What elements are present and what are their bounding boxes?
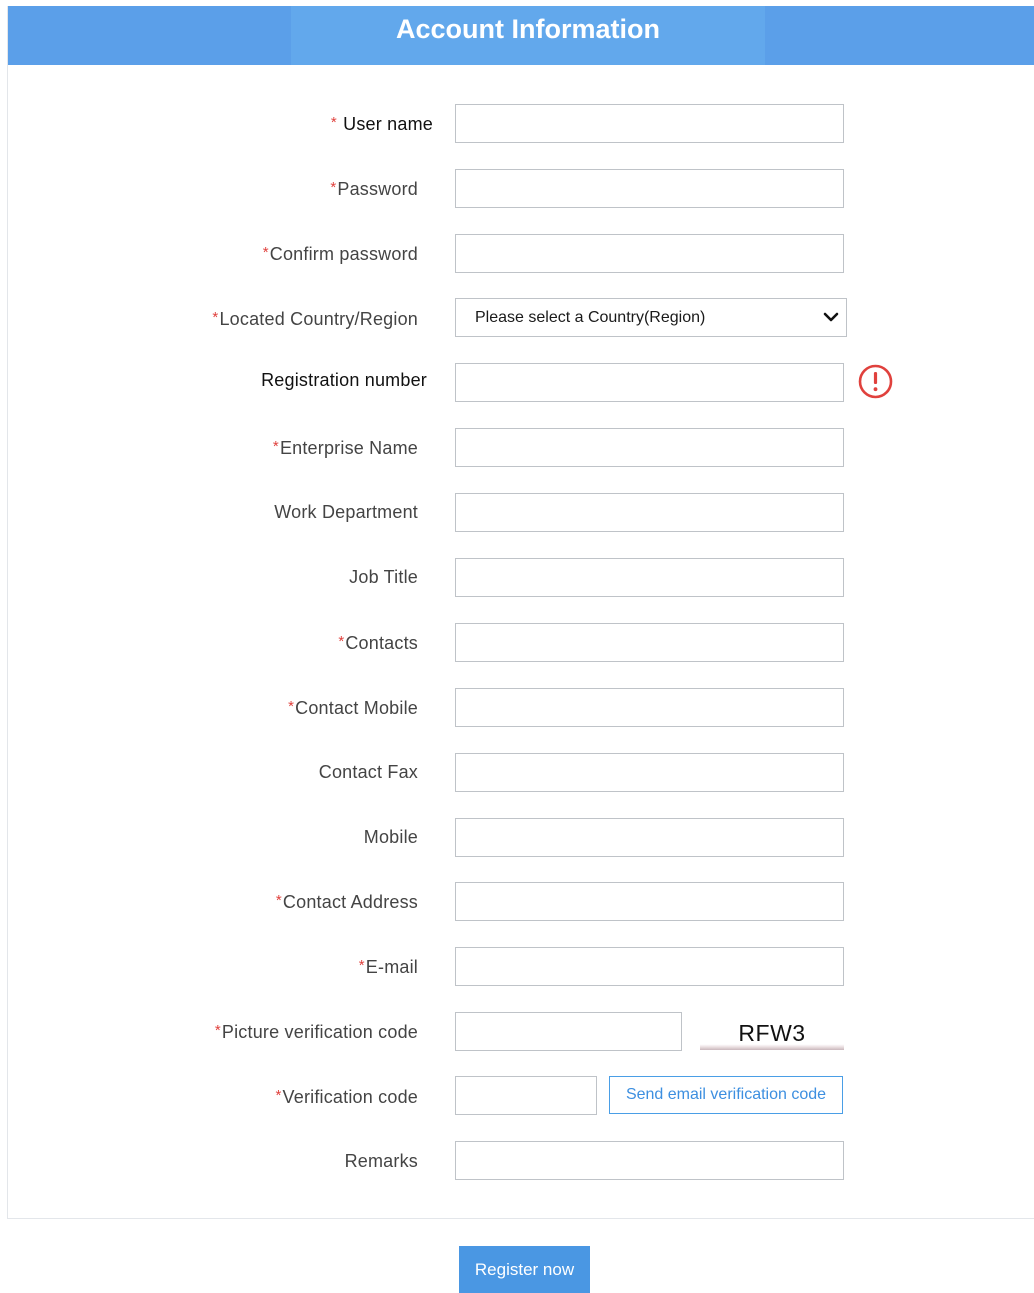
country-region-label: *Located Country/Region <box>212 307 418 330</box>
country-region-select[interactable]: Please select a Country(Region) <box>455 298 847 337</box>
registration-number-label: Registration number <box>261 369 427 391</box>
job-title-label: Job Title <box>349 566 418 588</box>
registration-number-input[interactable] <box>455 363 844 402</box>
contact-mobile-label: *Contact Mobile <box>288 696 418 719</box>
panel-header: Account Information <box>8 6 1034 65</box>
remarks-input[interactable] <box>455 1141 844 1180</box>
verification-code-label: *Verification code <box>275 1085 418 1108</box>
picture-code-label: *Picture verification code <box>215 1020 418 1043</box>
registration-page: Account Information * User name *Passwor… <box>0 0 1034 1293</box>
mobile-label: Mobile <box>364 826 418 848</box>
work-department-label: Work Department <box>274 501 418 523</box>
required-marker: * <box>263 244 269 261</box>
contact-mobile-input[interactable] <box>455 688 844 727</box>
chevron-down-icon <box>823 310 839 324</box>
contact-fax-label: Contact Fax <box>319 761 418 783</box>
contacts-label: *Contacts <box>338 631 418 654</box>
required-marker: * <box>276 892 282 909</box>
required-marker: * <box>330 179 336 196</box>
required-marker: * <box>275 1087 281 1104</box>
contact-address-input[interactable] <box>455 882 844 921</box>
contact-fax-input[interactable] <box>455 753 844 792</box>
email-label: *E-mail <box>359 955 418 978</box>
mobile-input[interactable] <box>455 818 844 857</box>
page-title: Account Information <box>291 12 765 46</box>
remarks-label: Remarks <box>345 1150 418 1172</box>
exclamation-circle-icon <box>857 363 894 400</box>
password-label: *Password <box>330 177 418 200</box>
required-marker: * <box>273 438 279 455</box>
required-marker: * <box>359 957 365 974</box>
enterprise-name-input[interactable] <box>455 428 844 467</box>
required-marker: * <box>331 114 337 131</box>
user-name-label: * User name <box>331 112 433 135</box>
verification-code-input[interactable] <box>455 1076 597 1115</box>
email-input[interactable] <box>455 947 844 986</box>
job-title-input[interactable] <box>455 558 844 597</box>
required-marker: * <box>212 309 218 326</box>
contact-address-label: *Contact Address <box>276 890 418 913</box>
send-email-code-button[interactable]: Send email verification code <box>609 1076 843 1114</box>
confirm-password-label: *Confirm password <box>263 242 418 265</box>
captcha-image[interactable]: RFW3 <box>700 1012 844 1050</box>
required-marker: * <box>288 698 294 715</box>
country-region-selected-value: Please select a Country(Region) <box>475 309 705 326</box>
user-name-input[interactable] <box>455 104 844 143</box>
picture-code-input[interactable] <box>455 1012 682 1051</box>
enterprise-name-label: *Enterprise Name <box>273 436 418 459</box>
work-department-input[interactable] <box>455 493 844 532</box>
contacts-input[interactable] <box>455 623 844 662</box>
password-input[interactable] <box>455 169 844 208</box>
required-marker: * <box>338 633 344 650</box>
required-marker: * <box>215 1022 221 1039</box>
register-now-button[interactable]: Register now <box>459 1246 590 1293</box>
confirm-password-input[interactable] <box>455 234 844 273</box>
captcha-text: RFW3 <box>700 1020 844 1047</box>
